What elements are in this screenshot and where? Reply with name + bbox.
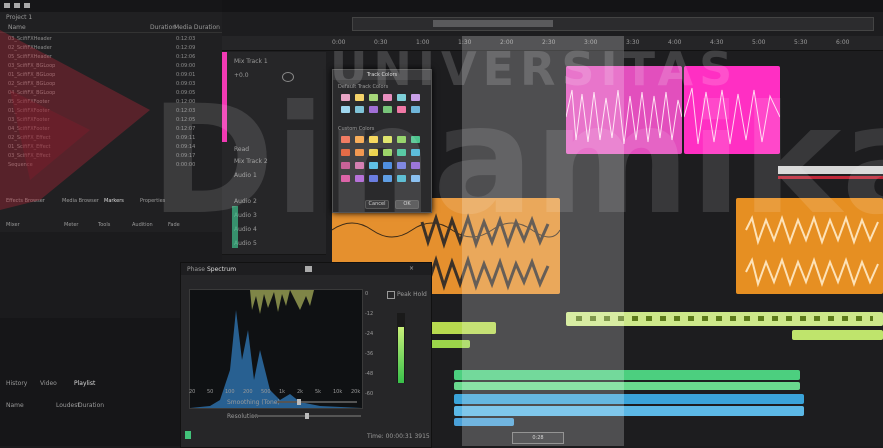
watermark-layer	[0, 30, 150, 210]
